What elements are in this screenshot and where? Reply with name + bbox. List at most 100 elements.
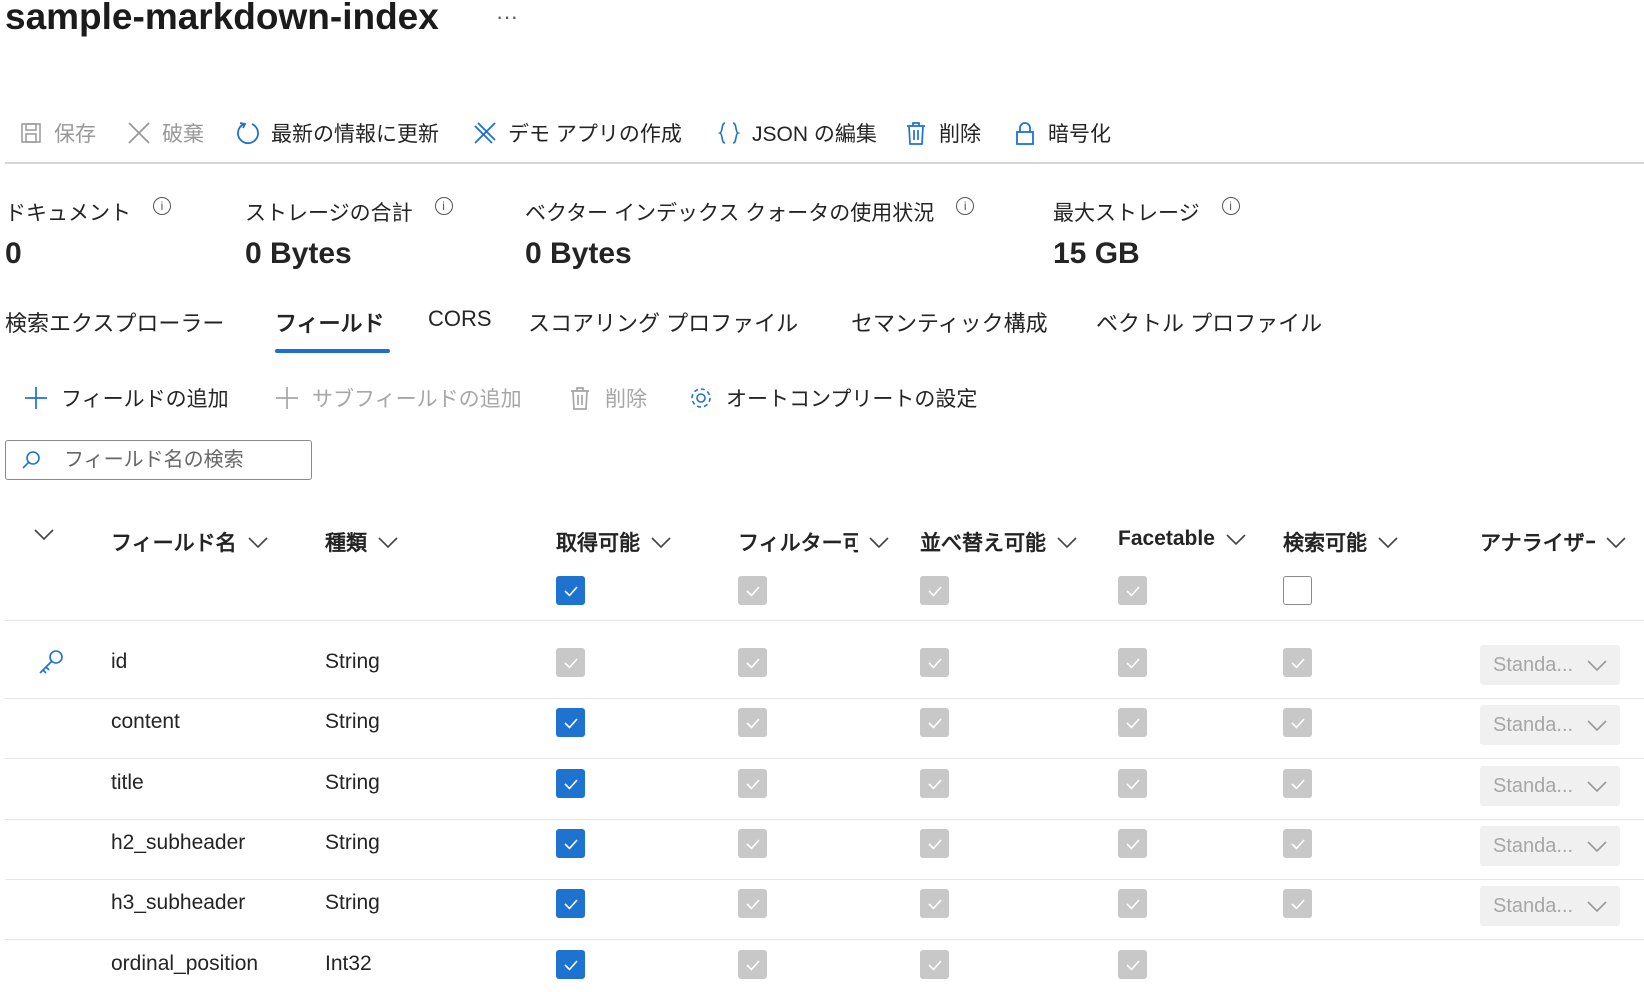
- stat-value: 0: [5, 237, 22, 270]
- field-checkbox[interactable]: [556, 769, 585, 798]
- chevron-down-icon: [1057, 537, 1077, 549]
- field-checkbox: [1283, 708, 1312, 737]
- fields-toolbar-label: サブフィールドの追加: [312, 388, 522, 411]
- row-divider: [5, 620, 1644, 621]
- analyzer-value: Standa...: [1493, 713, 1574, 736]
- more-button[interactable]: ···: [496, 4, 518, 30]
- select-all-chevron[interactable]: [33, 527, 55, 541]
- field-checkbox: [1283, 769, 1312, 798]
- info-icon[interactable]: i: [1221, 197, 1240, 215]
- field-name[interactable]: content: [111, 710, 180, 734]
- field-name[interactable]: ordinal_position: [111, 952, 258, 976]
- field-checkbox[interactable]: [556, 950, 585, 979]
- toolbar-button-label: 最新の情報に更新: [271, 123, 439, 146]
- tab-5[interactable]: ベクトル プロファイル: [1096, 306, 1322, 338]
- toolbar-button-2[interactable]: 最新の情報に更新: [235, 117, 439, 149]
- column-header-label: 取得可能: [556, 532, 640, 555]
- analyzer-dropdown: Standa...: [1480, 886, 1620, 926]
- checkmark-icon: [745, 585, 760, 597]
- toolbar-button-6[interactable]: 暗号化: [1012, 117, 1111, 149]
- stat-value: 15 GB: [1053, 237, 1140, 270]
- toolbar-button-3[interactable]: デモ アプリの作成: [472, 117, 682, 149]
- lock-icon: [1016, 122, 1034, 145]
- field-name[interactable]: id: [111, 650, 127, 674]
- column-header-label: 種類: [325, 532, 367, 555]
- tab-4[interactable]: セマンティック構成: [851, 306, 1048, 338]
- field-search-input[interactable]: [64, 448, 294, 472]
- chevron-down-icon: [651, 537, 671, 549]
- column-header[interactable]: 並べ替え可能: [920, 527, 1078, 557]
- field-name[interactable]: h2_subheader: [111, 831, 245, 855]
- toolbar-button-label: JSON の編集: [752, 123, 877, 146]
- column-header[interactable]: フィルター可: [738, 527, 890, 557]
- fields-toolbar-button-2[interactable]: 削除: [567, 382, 647, 414]
- tab-1[interactable]: フィールド: [275, 306, 385, 338]
- header-checkbox[interactable]: [1283, 576, 1312, 605]
- field-checkbox[interactable]: [556, 708, 585, 737]
- checkmark-icon: [563, 717, 578, 729]
- analyzer-dropdown: Standa...: [1480, 645, 1620, 685]
- checkmark-icon: [745, 898, 760, 910]
- toolbar-button-0[interactable]: 保存: [18, 117, 96, 149]
- tab-3[interactable]: スコアリング プロファイル: [528, 306, 798, 338]
- checkmark-icon: [1125, 717, 1140, 729]
- toolbar-button-label: 破棄: [162, 123, 204, 146]
- info-icon[interactable]: i: [434, 197, 453, 215]
- checkmark-icon: [1290, 838, 1305, 850]
- save-icon: [21, 123, 41, 143]
- demo-app-icon: [474, 122, 496, 144]
- checkmark-icon: [927, 898, 942, 910]
- field-checkbox: [920, 769, 949, 798]
- column-header[interactable]: アナライザー: [1480, 527, 1627, 557]
- header-checkbox[interactable]: [556, 576, 585, 605]
- row-divider: [5, 879, 1644, 880]
- fields-toolbar-button-3[interactable]: オートコンプリートの設定: [688, 382, 977, 414]
- field-checkbox[interactable]: [556, 829, 585, 858]
- checkmark-icon: [927, 657, 942, 669]
- column-header[interactable]: Facetable: [1118, 527, 1247, 551]
- field-checkbox: [1283, 648, 1312, 677]
- analyzer-dropdown: Standa...: [1480, 705, 1620, 745]
- divider: [5, 162, 1644, 164]
- search-icon: [22, 451, 40, 469]
- info-icon[interactable]: i: [956, 197, 975, 215]
- fields-toolbar-button-1[interactable]: サブフィールドの追加: [274, 382, 522, 414]
- checkmark-icon: [927, 585, 942, 597]
- json-braces-icon: [717, 122, 741, 144]
- field-type: String: [325, 771, 380, 794]
- analyzer-dropdown: Standa...: [1480, 766, 1620, 806]
- chevron-down-icon: [378, 537, 398, 549]
- checkmark-icon: [563, 898, 578, 910]
- header-checkbox: [1118, 576, 1147, 605]
- tab-0[interactable]: 検索エクスプローラー: [5, 306, 224, 338]
- toolbar-button-5[interactable]: 削除: [903, 117, 981, 149]
- column-header[interactable]: 検索可能: [1283, 527, 1399, 557]
- field-name[interactable]: h3_subheader: [111, 891, 245, 915]
- column-header-label: アナライザー: [1480, 532, 1595, 555]
- column-header-label: フィルター可: [738, 532, 858, 555]
- field-checkbox: [920, 889, 949, 918]
- toolbar-button-label: 暗号化: [1048, 123, 1111, 146]
- field-checkbox: [1118, 950, 1147, 979]
- tab-2[interactable]: CORS: [428, 306, 492, 332]
- column-header[interactable]: 種類: [325, 527, 399, 557]
- stat-label: ストレージの合計 i: [245, 197, 453, 227]
- toolbar-button-1[interactable]: 破棄: [126, 117, 204, 149]
- field-type: Int32: [325, 952, 372, 975]
- stat-value: 0 Bytes: [525, 237, 632, 270]
- column-header[interactable]: フィールド名: [111, 527, 269, 557]
- checkmark-icon: [1125, 838, 1140, 850]
- field-search-box[interactable]: [5, 440, 312, 480]
- fields-toolbar-button-0[interactable]: フィールドの追加: [23, 382, 229, 414]
- checkmark-icon: [1290, 778, 1305, 790]
- chevron-down-icon: [1587, 841, 1607, 853]
- chevron-down-icon: [1587, 781, 1607, 793]
- field-name[interactable]: title: [111, 771, 144, 795]
- info-icon[interactable]: i: [153, 197, 171, 215]
- field-checkbox[interactable]: [556, 889, 585, 918]
- column-header[interactable]: 取得可能: [556, 527, 672, 557]
- refresh-icon: [237, 122, 259, 144]
- toolbar-button-4[interactable]: JSON の編集: [716, 117, 877, 149]
- checkmark-icon: [745, 657, 760, 669]
- field-checkbox: [738, 648, 767, 677]
